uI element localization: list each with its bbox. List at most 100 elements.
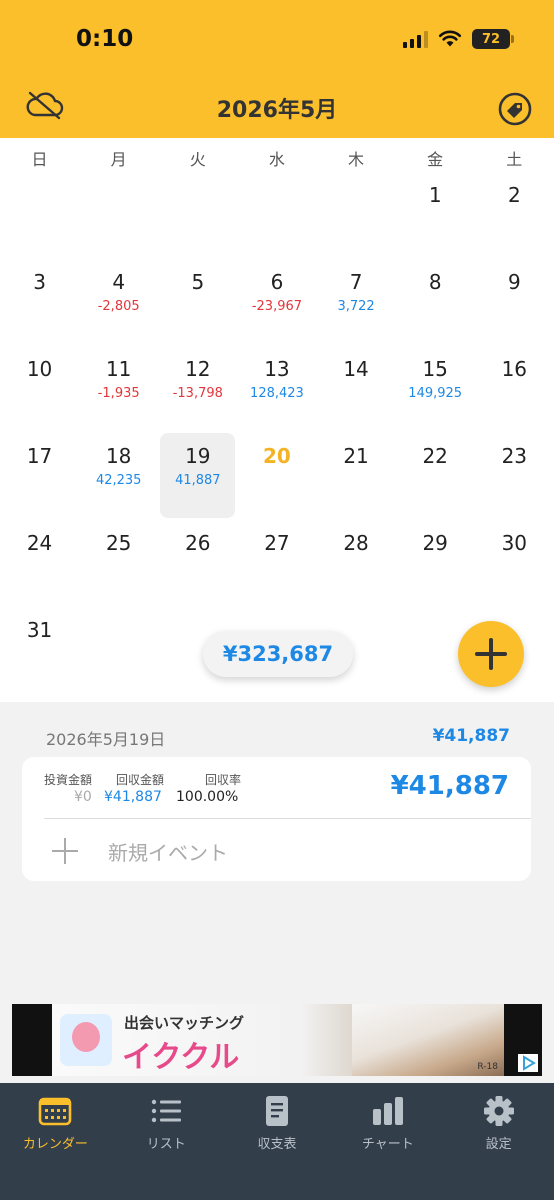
calendar-day-24[interactable]: 24 [0, 518, 79, 605]
tab-label: 収支表 [257, 1137, 297, 1152]
calendar-day-13[interactable]: 13 128,423 [237, 344, 316, 431]
tab-label: チャート [361, 1137, 414, 1152]
tag-icon[interactable] [498, 92, 532, 126]
day-number: 8 [428, 270, 442, 294]
gear-icon [483, 1096, 514, 1126]
day-amount-label: 41,887 [175, 473, 221, 488]
calendar-empty-cell [158, 170, 237, 257]
calendar-day-16[interactable]: 16 [475, 344, 554, 431]
ad-banner[interactable]: 出会いマッチング イククル R-18 [12, 1004, 542, 1076]
calendar-day-6[interactable]: 6 -23,967 [237, 257, 316, 344]
rate-label: 回収率 [205, 773, 242, 787]
calendar-day-14[interactable]: 14 [317, 344, 396, 431]
day-amount-label: -23,967 [251, 299, 303, 314]
calendar-day-29[interactable]: 29 [396, 518, 475, 605]
day-number: 21 [343, 444, 369, 468]
day-amount-label: -13,798 [172, 386, 223, 401]
calendar-day-22[interactable]: 22 [396, 431, 475, 518]
weekday-label: 日 [31, 150, 48, 169]
selected-day-header: 2026年5月19日 ¥41,887 [0, 702, 554, 754]
tab-calendar[interactable]: カレンダー [0, 1083, 111, 1163]
day-number: 24 [26, 531, 53, 555]
day-number [79, 605, 158, 617]
plus-icon[interactable] [52, 838, 78, 864]
ad-choices-icon[interactable] [518, 1054, 538, 1072]
calendar-day-27[interactable]: 27 [237, 518, 316, 605]
day-number: 17 [26, 444, 53, 468]
day-amount-label: 3,722 [337, 299, 375, 314]
calendar-day-25[interactable]: 25 [79, 518, 158, 605]
ad-rating: R-18 [477, 1062, 498, 1072]
calendar-day-20[interactable]: 20 [237, 431, 316, 518]
status-time: 0:10 [76, 26, 134, 52]
ad-mascot-image [60, 1014, 112, 1066]
calendar-day-23[interactable]: 23 [475, 431, 554, 518]
day-number: 11 [105, 357, 132, 381]
day-number: 14 [343, 357, 369, 381]
calendar-day-9[interactable]: 9 [475, 257, 554, 344]
calendar-week-row: 12 [0, 170, 554, 257]
tab-settings[interactable]: 設定 [443, 1083, 554, 1163]
day-number: 2 [507, 183, 521, 207]
day-summary-card[interactable]: 投資金額 ¥0 回収金額 ¥41,887 回収率 100.00% ¥41,887… [22, 757, 531, 881]
day-number [396, 605, 475, 617]
weekday-label: 月 [110, 150, 127, 169]
day-amount-label: 128,423 [250, 386, 304, 401]
ad-content[interactable]: 出会いマッチング イククル R-18 [52, 1004, 504, 1076]
ad-photo: R-18 [352, 1004, 504, 1076]
day-number: 18 [105, 444, 132, 468]
day-number [317, 170, 396, 182]
add-button[interactable] [458, 621, 524, 687]
calendar: 日 月 火 水 木 金 土 1 2 3 4 -2,805 5 6 -23,967 7 3,722 8… [0, 138, 554, 702]
calendar-empty-cell [79, 170, 158, 257]
calendar-day-28[interactable]: 28 [317, 518, 396, 605]
ad-brand: イククル [122, 1040, 240, 1075]
calendar-day-4[interactable]: 4 -2,805 [79, 257, 158, 344]
calendar-day-17[interactable]: 17 [0, 431, 79, 518]
day-number: 29 [422, 531, 448, 555]
calendar-day-3[interactable]: 3 [0, 257, 79, 344]
calendar-day-5[interactable]: 5 [158, 257, 237, 344]
calendar-day-11[interactable]: 11 -1,935 [79, 344, 158, 431]
calendar-day-15[interactable]: 15 149,925 [396, 344, 475, 431]
calendar-empty-cell [317, 170, 396, 257]
investment-value: ¥0 [74, 789, 92, 805]
calendar-day-31[interactable]: 31 [0, 605, 79, 692]
calendar-day-2[interactable]: 2 [475, 170, 554, 257]
wifi-icon [438, 30, 462, 47]
calendar-day-30[interactable]: 30 [475, 518, 554, 605]
calendar-day-18[interactable]: 18 42,235 [79, 431, 158, 518]
calendar-day-12[interactable]: 12 -13,798 [158, 344, 237, 431]
day-number: 30 [501, 531, 528, 555]
calendar-day-7[interactable]: 7 3,722 [317, 257, 396, 344]
investment-label: 投資金額 [44, 773, 93, 787]
calendar-day-21[interactable]: 21 [317, 431, 396, 518]
tab-chart[interactable]: チャート [332, 1083, 443, 1163]
tab-balance-sheet[interactable]: 収支表 [222, 1083, 333, 1163]
calendar-day-8[interactable]: 8 [396, 257, 475, 344]
new-event-button[interactable]: 新規イベント [108, 837, 228, 866]
calendar-day-26[interactable]: 26 [158, 518, 237, 605]
return-label: 回収金額 [116, 773, 165, 787]
tab-label: リスト [146, 1137, 186, 1152]
calendar-day-10[interactable]: 10 [0, 344, 79, 431]
day-number: 16 [501, 357, 528, 381]
signal-icon [403, 30, 428, 48]
day-number [158, 605, 237, 617]
app-header: 0:10 72 2026年5月 [0, 0, 554, 138]
day-number: 22 [422, 444, 448, 468]
day-number: 19 [185, 444, 211, 468]
day-number: 4 [112, 270, 126, 294]
tab-list[interactable]: リスト [111, 1083, 222, 1163]
bar-chart-icon [372, 1097, 403, 1125]
day-number: 9 [507, 270, 521, 294]
list-icon [151, 1099, 182, 1123]
day-number: 1 [428, 183, 442, 207]
calendar-day-19[interactable]: 19 41,887 [158, 431, 237, 518]
calendar-empty-cell [0, 170, 79, 257]
day-number: 27 [264, 531, 290, 555]
day-number: 10 [26, 357, 53, 381]
tab-bar: カレンダー リスト 収支表 チャート 設定 [0, 1083, 554, 1200]
calendar-day-1[interactable]: 1 [396, 170, 475, 257]
day-number [237, 605, 316, 617]
